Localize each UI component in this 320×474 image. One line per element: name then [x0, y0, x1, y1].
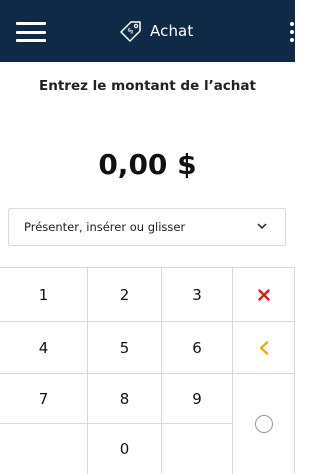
price-tag-icon: $	[120, 21, 141, 42]
enter-key[interactable]	[233, 374, 295, 474]
app-header: $ Achat	[0, 0, 295, 62]
key-label: 5	[119, 338, 130, 357]
circle-icon	[254, 415, 273, 433]
close-icon	[257, 288, 270, 301]
hamburger-menu-icon[interactable]	[16, 22, 46, 42]
svg-text:$: $	[125, 26, 135, 36]
chevron-down-icon	[257, 223, 267, 230]
key-4[interactable]: 4	[0, 322, 88, 374]
chevron-left-icon	[259, 340, 268, 355]
card-entry-select[interactable]: Présenter, insérer ou glisser	[8, 208, 286, 246]
empty-key	[0, 424, 88, 474]
key-label: 6	[192, 338, 202, 357]
key-8[interactable]: 8	[88, 374, 162, 424]
key-7[interactable]: 7	[0, 374, 88, 424]
purchase-screen: $ Achat Entrez le montant de l’achat 0,0…	[0, 0, 295, 474]
key-label: 4	[38, 338, 49, 357]
key-label: 0	[119, 440, 130, 458]
key-3[interactable]: 3	[162, 268, 233, 322]
amount-prompt: Entrez le montant de l’achat	[39, 78, 256, 94]
key-5[interactable]: 5	[88, 322, 162, 374]
card-entry-label: Présenter, insérer ou glisser	[24, 220, 186, 234]
backspace-key[interactable]	[233, 322, 295, 374]
key-label: 3	[192, 285, 202, 304]
key-label: 9	[192, 389, 202, 408]
page-title: Achat	[150, 22, 194, 40]
key-label: 7	[38, 389, 49, 408]
numeric-keypad: 1 2 3 4 5 6 7 8 9 0	[0, 267, 295, 474]
key-6[interactable]: 6	[162, 322, 233, 374]
clear-key[interactable]	[233, 268, 295, 322]
header-title-group: $ Achat	[118, 18, 193, 44]
amount-display: 0,00 $	[98, 148, 197, 181]
key-label: 1	[38, 285, 49, 304]
key-label: 2	[119, 285, 130, 304]
kebab-menu-icon[interactable]	[289, 22, 295, 42]
empty-key	[162, 424, 233, 474]
key-1[interactable]: 1	[0, 268, 88, 322]
key-9[interactable]: 9	[162, 374, 233, 424]
key-label: 8	[119, 389, 130, 408]
key-2[interactable]: 2	[88, 268, 162, 322]
key-0[interactable]: 0	[88, 424, 162, 474]
